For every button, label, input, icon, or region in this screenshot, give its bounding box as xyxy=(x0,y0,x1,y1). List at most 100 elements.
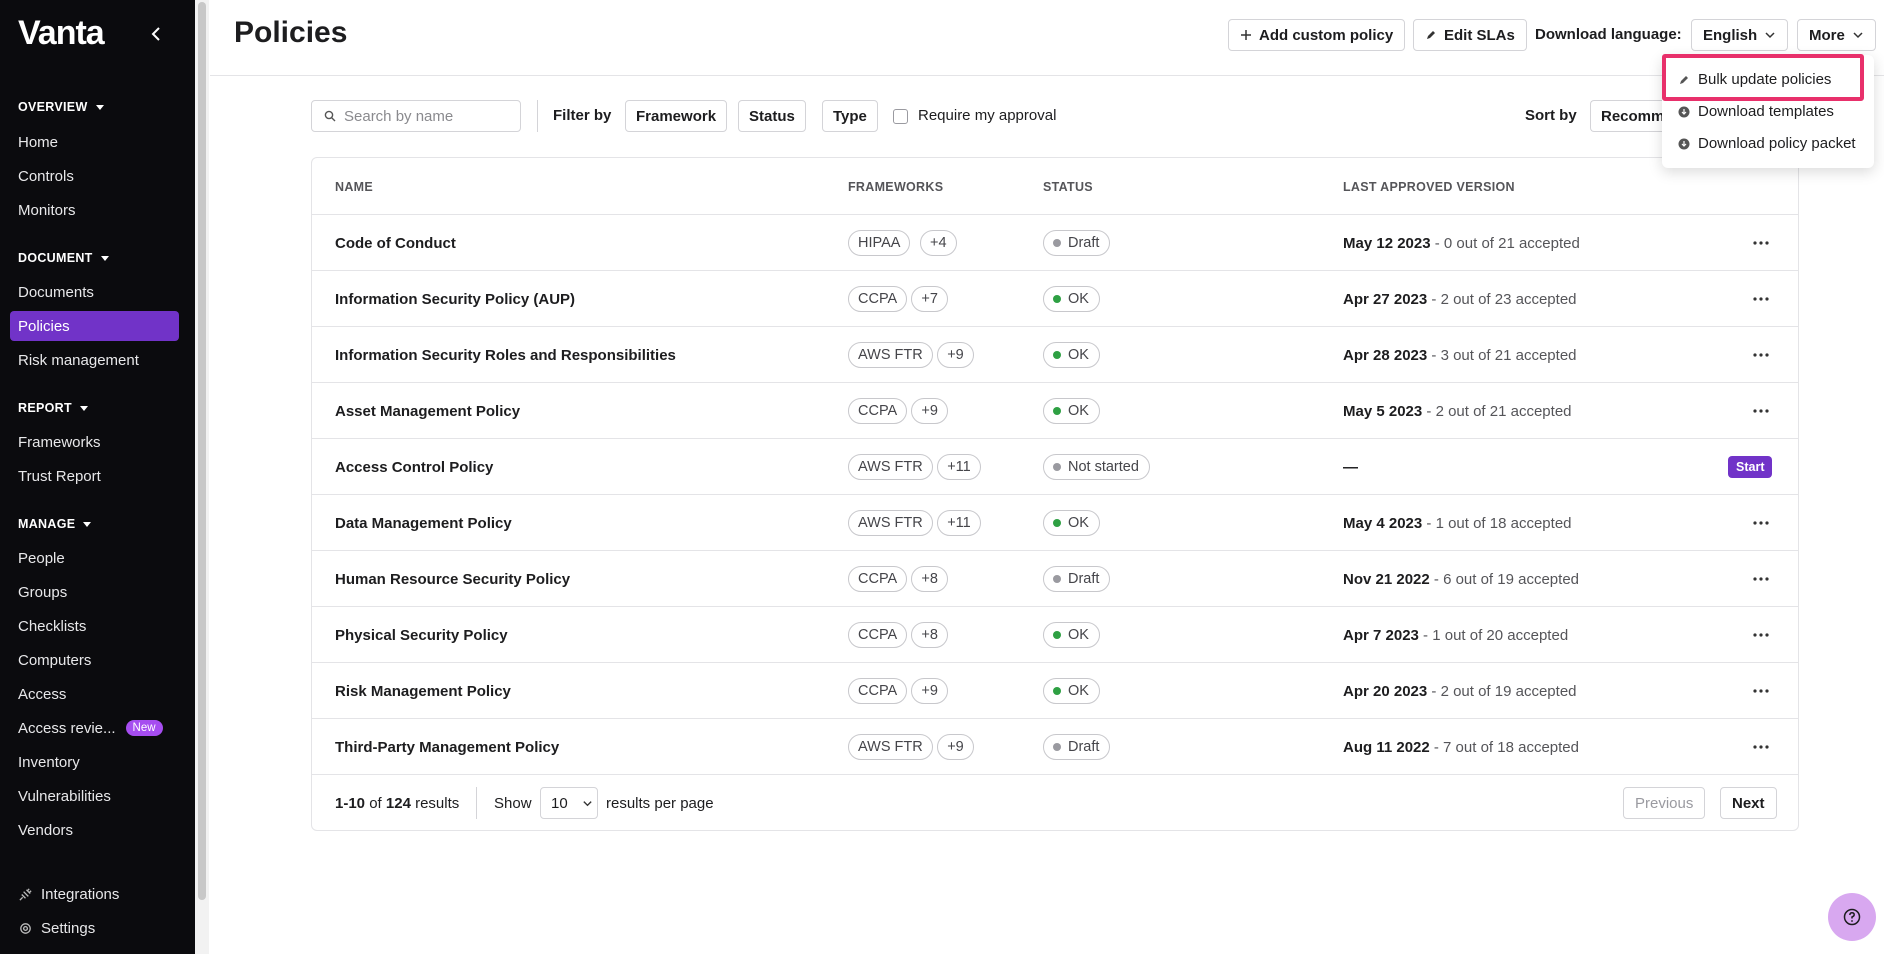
type-filter-button[interactable]: Type xyxy=(822,100,878,132)
sidebar-item-vulnerabilities[interactable]: Vulnerabilities xyxy=(10,781,179,811)
policy-name[interactable]: Information Security Policy (AUP) xyxy=(335,291,575,308)
per-page-select[interactable]: 10 xyxy=(540,787,598,819)
sidebar-item-groups[interactable]: Groups xyxy=(10,577,179,607)
download-policy-packet-item[interactable]: Download policy packet xyxy=(1678,135,1856,152)
policy-name[interactable]: Access Control Policy xyxy=(335,459,493,476)
table-row[interactable]: Third-Party Management Policy AWS FTR +9 Dr… xyxy=(312,718,1798,774)
policy-name[interactable]: Risk Management Policy xyxy=(335,683,511,700)
status-filter-button[interactable]: Status xyxy=(738,100,806,132)
table-row[interactable]: Data Management Policy AWS FTR +11 OK May 4 … xyxy=(312,494,1798,550)
row-menu-button[interactable] xyxy=(1749,513,1773,533)
table-row[interactable]: Information Security Policy (AUP) CCPA +7 O… xyxy=(312,270,1798,326)
last-approved-version: — xyxy=(1343,459,1358,476)
row-menu-button[interactable] xyxy=(1749,625,1773,645)
section-manage[interactable]: MANAGE xyxy=(18,517,92,531)
status-dot-icon xyxy=(1053,407,1061,415)
previous-page-button[interactable]: Previous xyxy=(1623,787,1706,819)
framework-more-tag[interactable]: +9 xyxy=(937,734,974,760)
download-icon xyxy=(1678,138,1690,149)
column-header-frameworks: FRAMEWORKS xyxy=(848,180,944,194)
sidebar-item-controls[interactable]: Controls xyxy=(10,161,179,191)
sidebar-item-monitors[interactable]: Monitors xyxy=(10,195,179,225)
collapse-sidebar-button[interactable] xyxy=(146,24,166,44)
new-badge: New xyxy=(125,720,163,736)
download-templates-item[interactable]: Download templates xyxy=(1678,103,1834,120)
sidebar-item-trust-report[interactable]: Trust Report xyxy=(10,461,179,491)
policy-name[interactable]: Data Management Policy xyxy=(335,515,512,532)
sidebar-item-computers[interactable]: Computers xyxy=(10,645,179,675)
framework-tag: AWS FTR xyxy=(848,510,933,536)
row-menu-button[interactable] xyxy=(1749,569,1773,589)
search-input-wrapper[interactable] xyxy=(311,100,521,132)
table-row[interactable]: Access Control Policy AWS FTR +11 Not start… xyxy=(312,438,1798,494)
sidebar-item-vendors[interactable]: Vendors xyxy=(10,815,179,845)
sort-select[interactable]: Recomm xyxy=(1590,100,1670,132)
framework-more-tag[interactable]: +11 xyxy=(937,454,981,480)
sidebar-item-risk-management[interactable]: Risk management xyxy=(10,345,179,375)
policy-name[interactable]: Code of Conduct xyxy=(335,235,456,252)
help-button[interactable] xyxy=(1828,893,1876,941)
require-approval-checkbox[interactable] xyxy=(893,109,908,124)
vanta-logo[interactable]: Vanta xyxy=(18,14,105,53)
framework-more-tag[interactable]: +4 xyxy=(920,230,957,256)
search-input[interactable] xyxy=(344,107,504,125)
next-page-button[interactable]: Next xyxy=(1720,787,1777,819)
policy-name[interactable]: Information Security Roles and Responsib… xyxy=(335,347,676,364)
section-document[interactable]: DOCUMENT xyxy=(18,251,109,265)
row-menu-button[interactable] xyxy=(1749,681,1773,701)
table-row[interactable]: Human Resource Security Policy CCPA +8 Draf… xyxy=(312,550,1798,606)
require-approval-label[interactable]: Require my approval xyxy=(918,107,1056,124)
sidebar-item-frameworks[interactable]: Frameworks xyxy=(10,427,179,457)
edit-slas-button[interactable]: Edit SLAs xyxy=(1413,19,1527,51)
add-custom-policy-button[interactable]: Add custom policy xyxy=(1228,19,1406,51)
row-menu-button[interactable] xyxy=(1749,345,1773,365)
last-approved-version: Apr 20 2023 - 2 out of 19 accepted xyxy=(1343,683,1577,700)
bulk-update-policies-item[interactable]: Bulk update policies xyxy=(1678,71,1831,88)
sidebar-item-access[interactable]: Access xyxy=(10,679,179,709)
policy-name[interactable]: Human Resource Security Policy xyxy=(335,571,570,588)
framework-more-tag[interactable]: +7 xyxy=(911,286,948,312)
more-button[interactable]: More xyxy=(1797,19,1876,51)
policy-name[interactable]: Third-Party Management Policy xyxy=(335,739,559,756)
policy-name[interactable]: Asset Management Policy xyxy=(335,403,520,420)
more-dropdown-menu: Bulk update policies Download templates … xyxy=(1662,55,1874,168)
more-horizontal-icon xyxy=(1753,409,1769,413)
sidebar-item-inventory[interactable]: Inventory xyxy=(10,747,179,777)
framework-more-tag[interactable]: +8 xyxy=(911,566,948,592)
row-menu-button[interactable] xyxy=(1749,233,1773,253)
sidebar-scrollbar[interactable] xyxy=(195,0,209,954)
table-row[interactable]: Risk Management Policy CCPA +9 OK Apr 20 202… xyxy=(312,662,1798,718)
section-overview[interactable]: OVERVIEW xyxy=(18,100,104,114)
status-dot-icon xyxy=(1053,463,1061,471)
framework-more-tag[interactable]: +9 xyxy=(911,678,948,704)
row-menu-button[interactable] xyxy=(1749,737,1773,757)
section-report[interactable]: REPORT xyxy=(18,401,88,415)
language-select[interactable]: English xyxy=(1691,19,1789,51)
scrollbar-thumb[interactable] xyxy=(198,2,206,900)
start-policy-button[interactable]: Start xyxy=(1728,456,1773,478)
sort-by-label: Sort by xyxy=(1525,107,1577,124)
row-menu-button[interactable] xyxy=(1749,289,1773,309)
sidebar-item-settings[interactable]: Settings xyxy=(18,920,95,937)
table-row[interactable]: Information Security Roles and Responsib… xyxy=(312,326,1798,382)
sidebar-item-home[interactable]: Home xyxy=(10,127,179,157)
framework-more-tag[interactable]: +8 xyxy=(911,622,948,648)
framework-more-tag[interactable]: +9 xyxy=(937,342,974,368)
table-row[interactable]: Physical Security Policy CCPA +8 OK Apr 7 20… xyxy=(312,606,1798,662)
pencil-icon xyxy=(1427,31,1435,39)
row-menu-button[interactable] xyxy=(1749,401,1773,421)
status-badge: OK xyxy=(1043,678,1100,704)
sidebar-item-access-reviews[interactable]: Access revie... New xyxy=(10,713,179,743)
framework-more-tag[interactable]: +9 xyxy=(911,398,948,424)
last-approved-version: Apr 7 2023 - 1 out of 20 accepted xyxy=(1343,627,1569,644)
framework-more-tag[interactable]: +11 xyxy=(937,510,981,536)
table-row[interactable]: Asset Management Policy CCPA +9 OK May 5 202… xyxy=(312,382,1798,438)
sidebar-item-checklists[interactable]: Checklists xyxy=(10,611,179,641)
table-row[interactable]: Code of Conduct HIPAA +4 Draft May 12 2023 -… xyxy=(312,214,1798,270)
sidebar-item-documents[interactable]: Documents xyxy=(10,277,179,307)
policy-name[interactable]: Physical Security Policy xyxy=(335,627,508,644)
sidebar-item-integrations[interactable]: Integrations xyxy=(18,886,119,903)
sidebar-item-people[interactable]: People xyxy=(10,543,179,573)
sidebar-item-policies[interactable]: Policies xyxy=(10,311,179,341)
framework-filter-button[interactable]: Framework xyxy=(625,100,728,132)
